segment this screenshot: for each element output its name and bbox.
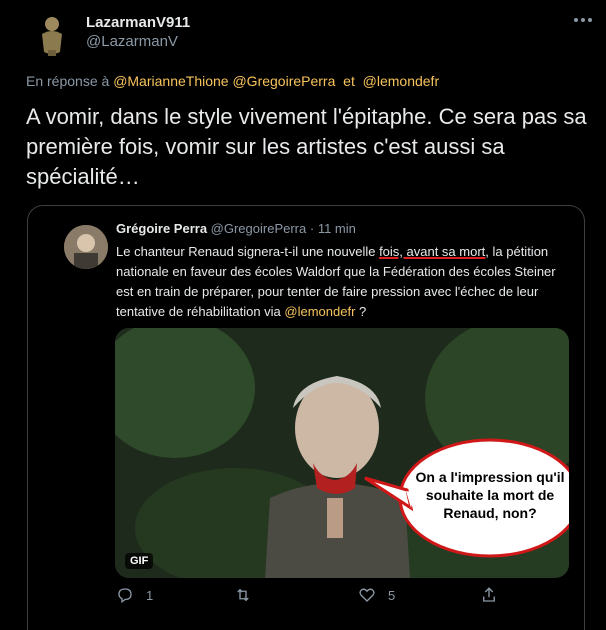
tweet-text: A vomir, dans le style vivement l'épitap… [26,104,587,189]
mention-connector: et [343,73,355,89]
like-icon [359,588,375,602]
handle[interactable]: @LazarmanV [86,33,178,50]
reply-count: 1 [146,587,154,603]
quoted-mention[interactable]: @lemondefr [284,304,355,319]
gif-media[interactable]: GIF On a l'impression qu'il souhaite la … [115,328,569,578]
retweet-action[interactable] [234,586,264,604]
bubble-text: On a l'impression qu'il souhaite la mort… [415,469,565,521]
more-icon[interactable] [572,12,594,28]
quoted-text-end: ? [355,304,367,319]
quoted-time[interactable]: · 11 min [310,221,356,236]
quoted-text-part1: Le chanteur Renaud signera-t-il une nouv… [116,244,380,259]
quoted-header: Grégoire Perra @GregoirePerra · 11 min [116,221,356,236]
quoted-name[interactable]: Grégoire Perra [116,221,207,236]
share-icon [483,587,495,602]
like-action[interactable]: 5 [358,586,395,604]
quoted-avatar[interactable] [64,225,108,269]
reply-icon [118,588,132,604]
share-action[interactable] [480,586,498,604]
reply-action[interactable]: 1 [116,586,153,604]
quoted-text: Le chanteur Renaud signera-t-il une nouv… [116,242,566,322]
reply-context: En réponse à @MarianneThione @GregoirePe… [26,73,439,89]
reply-prefix: En réponse à [26,73,110,89]
mention-lemonde[interactable]: @lemondefr [363,73,439,89]
quoted-handle[interactable]: @GregoirePerra [211,221,307,236]
speech-bubble [364,438,569,558]
display-name[interactable]: LazarmanV911 [86,14,190,31]
mention-marianne[interactable]: @MarianneThione [113,73,228,89]
like-count: 5 [388,587,396,603]
mention-gregoire[interactable]: @GregoirePerra [232,73,335,89]
avatar[interactable] [28,10,76,58]
quoted-tweet[interactable]: Grégoire Perra @GregoirePerra · 11 min L… [27,205,585,630]
retweet-icon [237,588,249,602]
quoted-text-underlined: fois, avant sa mort [379,244,486,259]
